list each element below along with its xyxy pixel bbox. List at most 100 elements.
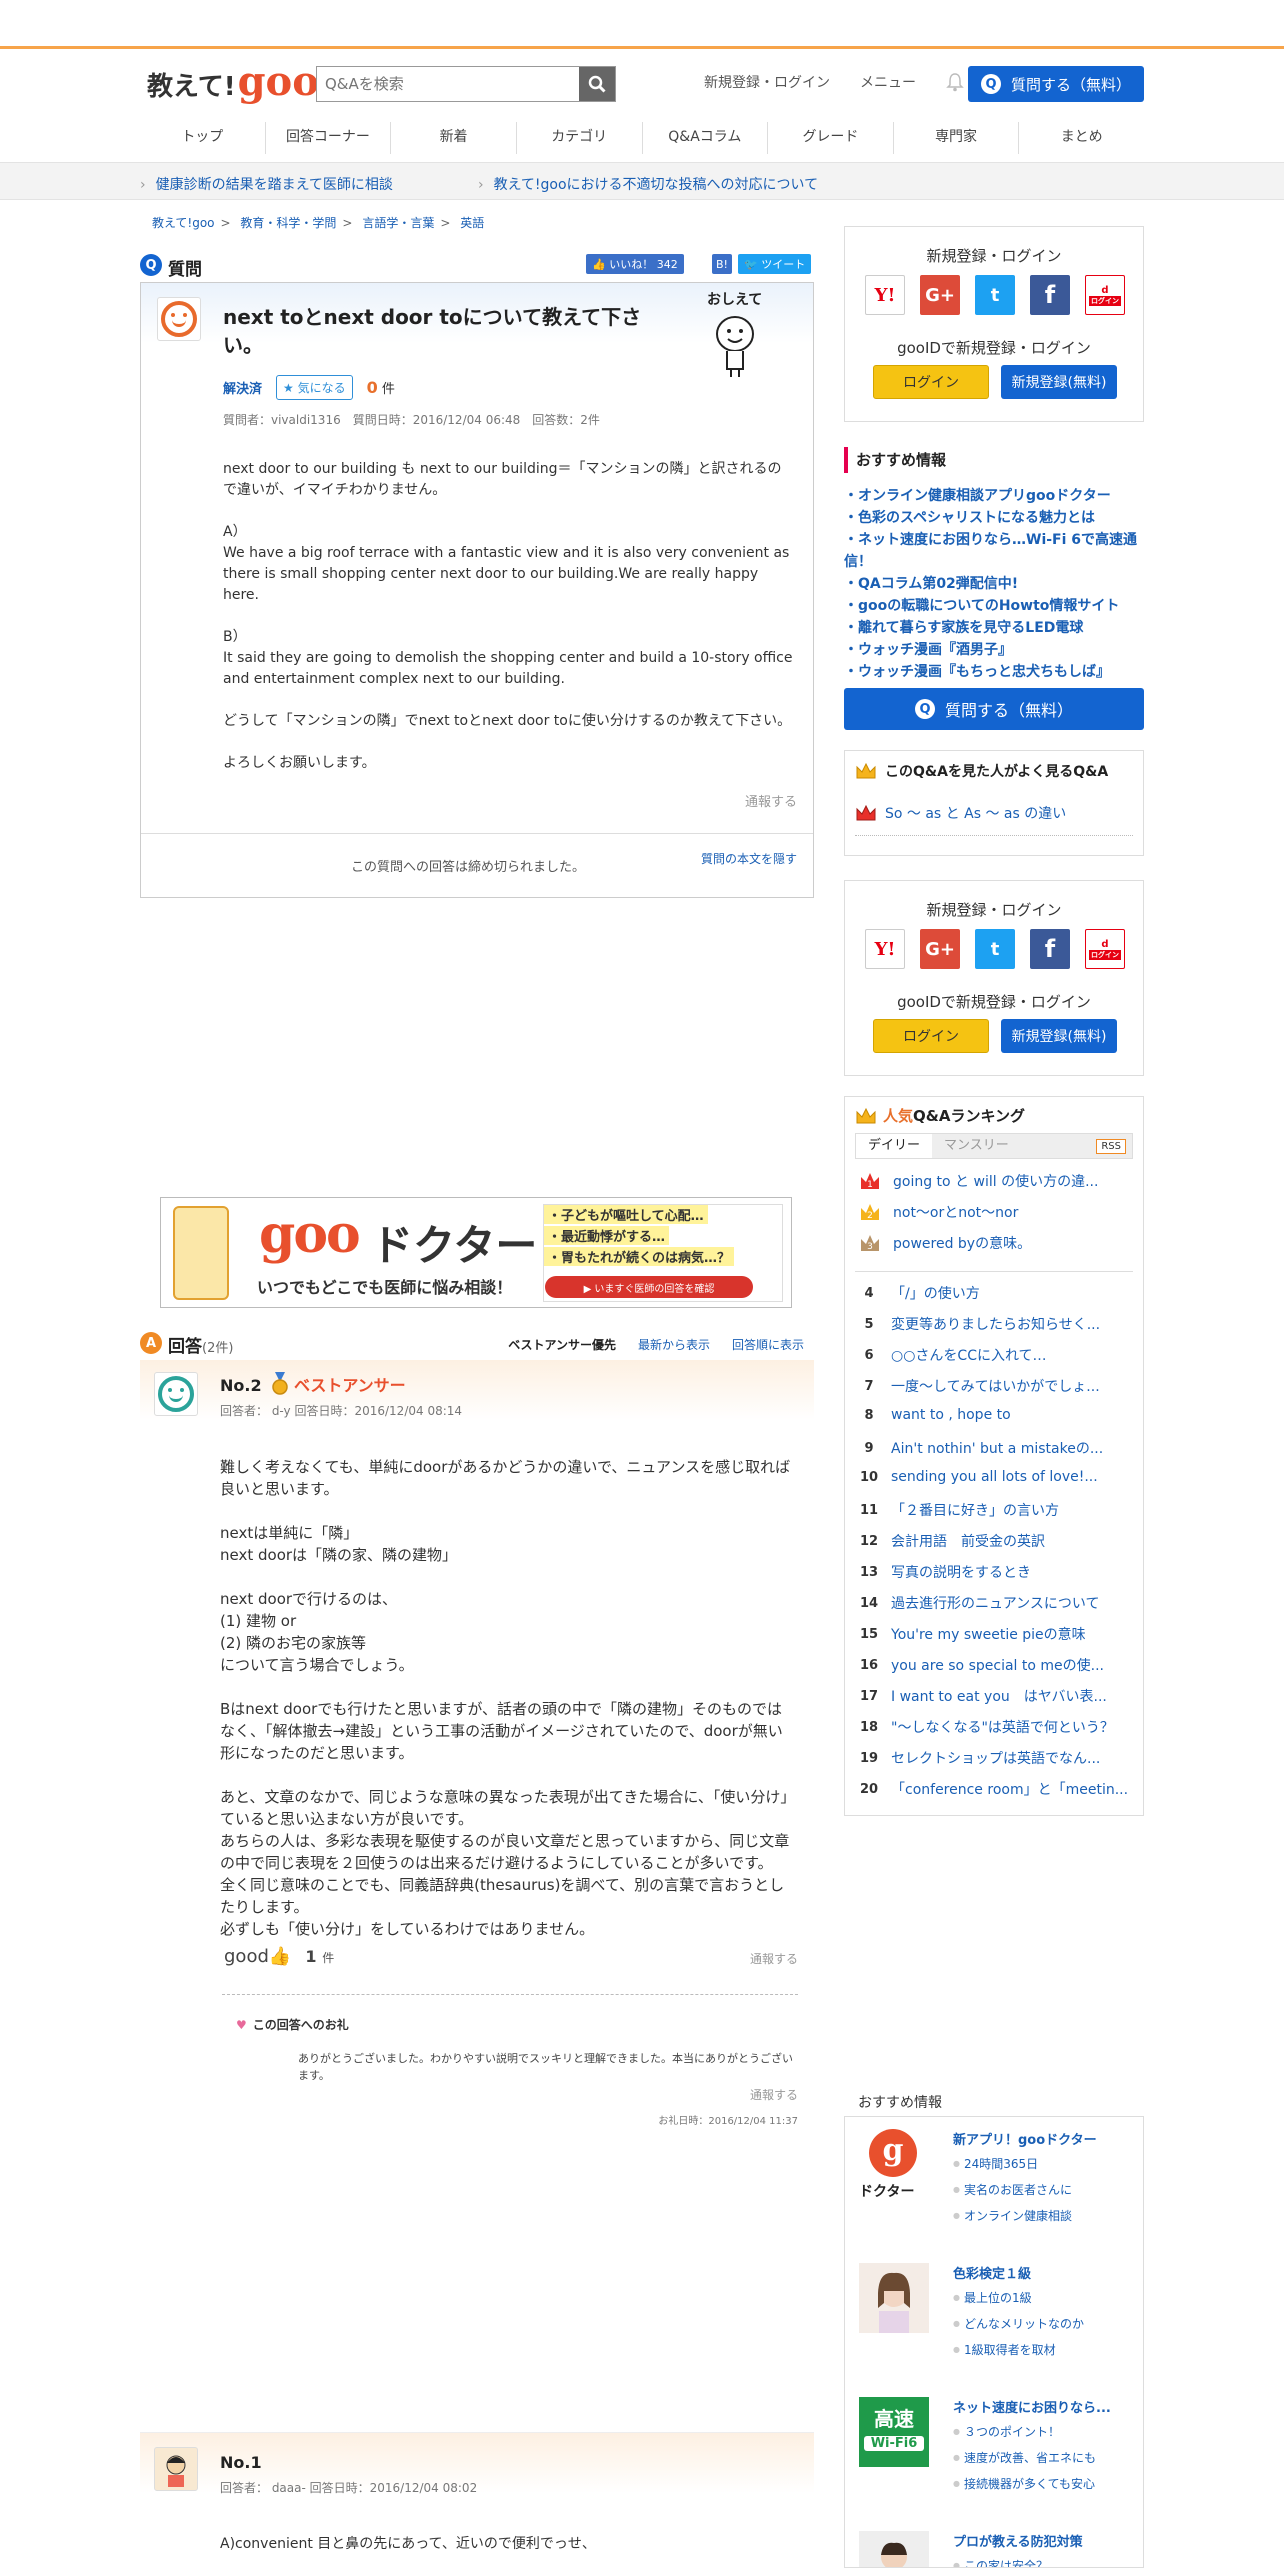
banner-button[interactable]: ▶ いますぐ医師の回答を確認 (545, 1276, 753, 1298)
ranking-item[interactable]: 15 You're my sweetie pieの意味 (859, 1624, 1135, 1644)
asker-avatar[interactable] (157, 297, 201, 341)
breadcrumb-item[interactable]: 英語 (460, 216, 484, 230)
yahoo-login-icon[interactable]: Y! (865, 929, 905, 969)
goo-doctor-banner[interactable]: goo ドクター いつでもどこでも医師に悩み相談！ ・子どもが嘔吐して心配… ・… (160, 1197, 792, 1308)
recommended-title: おすすめ情報 (844, 447, 1144, 473)
tab-daily[interactable]: デイリー (856, 1134, 933, 1158)
nav-top[interactable]: トップ (140, 122, 266, 154)
ranking-item[interactable]: 9 Ain't nothin' but a mistakeの... (859, 1438, 1135, 1458)
facebook-login-icon[interactable]: f (1030, 929, 1070, 969)
recommended-item[interactable]: 離れて暮らす家族を見守るLED電球 (844, 617, 1144, 639)
ask-question-label: 質問する（無料） (944, 701, 1073, 720)
ask-question-button[interactable]: Q 質問する（無料） (968, 66, 1144, 102)
ranking-item[interactable]: 8 want to , hope to (859, 1407, 1135, 1423)
rec-card[interactable]: 高速 Wi-Fi6 ネット速度にお困りなら... ３つのポイント！ 速度が改善、… (859, 2397, 1131, 2507)
notice-link[interactable]: 健康診断の結果を踏まえて医師に相談 (140, 174, 393, 194)
recommended-item[interactable]: ネット速度にお困りなら…Wi-Fi 6で高速通信！ (844, 529, 1144, 573)
facebook-login-icon[interactable]: f (1030, 275, 1070, 315)
rec-card-sub: この家は安全？ (953, 2557, 1048, 2567)
related-qa-item[interactable]: So ～ as と As ～ as の違い (855, 803, 1066, 823)
notice-link[interactable]: 教えて!gooにおける不適切な投稿への対応について (478, 174, 819, 194)
rec-card[interactable]: プロが教える防犯対策 この家は安全？ (859, 2531, 1131, 2567)
report-link[interactable]: 通報する (750, 1950, 798, 1967)
rank-number: 5 (864, 1316, 874, 1332)
nav-qa-column[interactable]: Q&Aコラム (643, 122, 769, 154)
breadcrumb-item[interactable]: 言語学・言葉 (362, 216, 434, 230)
ranking-item[interactable]: 2 not～orとnot～nor (859, 1202, 1135, 1222)
answerer-avatar[interactable] (154, 2447, 198, 2491)
ranking-item-title: I want to eat you はヤバい表... (891, 1689, 1107, 1705)
ranking-item[interactable]: 7 一度～してみてはいかがでしょ... (859, 1376, 1135, 1396)
twitter-login-icon[interactable]: t (975, 275, 1015, 315)
sort-newest[interactable]: 最新から表示 (638, 1336, 710, 1353)
ranking-item[interactable]: 6 ○○さんをCCに入れて… (859, 1345, 1135, 1365)
register-button[interactable]: 新規登録(無料) (1001, 1019, 1117, 1053)
yahoo-login-icon[interactable]: Y! (865, 275, 905, 315)
ranking-item[interactable]: 18 "～しなくなる"は英語で何という？ (859, 1717, 1135, 1737)
rec-card[interactable]: g ドクター 新アプリ！gooドクター 24時間365日 実名のお医者さんに オ… (859, 2129, 1131, 2239)
ranking-item[interactable]: 12 会計用語 前受金の英訳 (859, 1531, 1135, 1551)
ranking-item[interactable]: 16 you are so special to meの使... (859, 1655, 1135, 1675)
sort-order[interactable]: 回答順に表示 (732, 1336, 804, 1353)
global-nav: トップ 回答コーナー 新着 カテゴリ Q&Aコラム グレード 専門家 まとめ (140, 122, 1144, 154)
recommended-item[interactable]: QAコラム第02弾配信中! (844, 573, 1144, 595)
twitter-login-icon[interactable]: t (975, 929, 1015, 969)
search-input[interactable] (317, 67, 579, 101)
ranking-item[interactable]: 5 変更等ありましたらお知らせく... (859, 1314, 1135, 1334)
tweet-button[interactable]: 🐦 ツイート (738, 254, 812, 274)
docomo-login-icon[interactable]: d ログイン (1085, 275, 1125, 315)
nav-new[interactable]: 新着 (391, 122, 517, 154)
menu-link[interactable]: メニュー (860, 72, 916, 92)
answerer-avatar[interactable] (154, 1372, 198, 1416)
site-logo[interactable]: 教えて! goo (147, 62, 319, 103)
ranking-title: Q&Aランキング (913, 1107, 1026, 1125)
ask-question-side-button[interactable]: Q 質問する（無料） (844, 688, 1144, 730)
recommended-item[interactable]: ウォッチ漫画『酒男子』 (844, 639, 1144, 661)
login-button[interactable]: ログイン (873, 1019, 989, 1053)
nav-matome[interactable]: まとめ (1019, 122, 1144, 154)
ranking-item[interactable]: 13 写真の説明をするとき (859, 1562, 1135, 1582)
related-qa-title: このQ&Aを見た人がよく見るQ&A (885, 764, 1109, 780)
answer-item: No.2 ベストアンサー 回答者： d-y 回答日時：2016/12/04 08… (140, 1360, 814, 2127)
like-button[interactable]: 👍 いいね！ 342 (586, 254, 684, 274)
tab-monthly[interactable]: マンスリー (932, 1134, 1021, 1158)
nav-category[interactable]: カテゴリ (517, 122, 643, 154)
recommended-item[interactable]: オンライン健康相談アプリgooドクター (844, 485, 1144, 507)
rec-card[interactable]: 色彩検定１級 最上位の1級 どんなメリットなのか 1級取得者を取材 (859, 2263, 1131, 2373)
recommended-item[interactable]: gooの転職についてのHowto情報サイト (844, 595, 1144, 617)
sort-best[interactable]: ベストアンサー優先 (508, 1336, 616, 1353)
hatena-button[interactable]: B! (712, 254, 732, 274)
ranking-item[interactable]: 14 過去進行形のニュアンスについて (859, 1593, 1135, 1613)
breadcrumb-item[interactable]: 教育・科学・学問 (240, 216, 336, 230)
ranking-item[interactable]: 19 セレクトショップは英語でなん... (859, 1748, 1135, 1768)
recommended-item[interactable]: 色彩のスペシャリストになる魅力とは (844, 507, 1144, 529)
search-button[interactable] (579, 67, 615, 101)
ranking-item-title: 変更等ありましたらお知らせく... (891, 1317, 1101, 1333)
ranking-item[interactable]: 20 「conference room」と「meetin... (859, 1779, 1135, 1799)
rss-button[interactable]: RSS (1096, 1138, 1126, 1154)
report-link[interactable]: 通報する (745, 791, 797, 810)
register-button[interactable]: 新規登録(無料) (1001, 365, 1117, 399)
ranking-item[interactable]: 17 I want to eat you はヤバい表... (859, 1686, 1135, 1706)
ranking-item[interactable]: 3 powered byの意味。 (859, 1233, 1135, 1253)
nav-answer-corner[interactable]: 回答コーナー (266, 122, 392, 154)
google-login-icon[interactable]: G+ (920, 929, 960, 969)
watch-button[interactable]: ★ 気になる (276, 375, 353, 400)
docomo-login-icon[interactable]: d ログイン (1085, 929, 1125, 969)
ranking-item[interactable]: 1 going to と will の使い方の違... (859, 1171, 1135, 1191)
login-button[interactable]: ログイン (873, 365, 989, 399)
ranking-item[interactable]: 4 「/」の使い方 (859, 1283, 1135, 1303)
nav-grade[interactable]: グレード (768, 122, 894, 154)
recommended-item[interactable]: ウォッチ漫画『もちっと忠犬ちもしば』 (844, 661, 1144, 683)
hide-question-link[interactable]: 質問の本文を隠す (701, 850, 797, 867)
report-link[interactable]: 通報する (750, 2086, 798, 2103)
breadcrumb-item[interactable]: 教えて!goo (152, 216, 215, 230)
ranking-item[interactable]: 10 sending you all lots of love!... (859, 1469, 1135, 1485)
good-button[interactable]: good👍 1 件 (224, 1946, 334, 1967)
nav-expert[interactable]: 専門家 (894, 122, 1020, 154)
ranking-item[interactable]: 11 「２番目に好き」の言い方 (859, 1500, 1135, 1520)
login-link[interactable]: 新規登録・ログイン (704, 72, 830, 92)
bell-icon[interactable] (946, 72, 964, 92)
notice-bar: 健康診断の結果を踏まえて医師に相談 教えて!gooにおける不適切な投稿への対応に… (0, 162, 1284, 200)
google-login-icon[interactable]: G+ (920, 275, 960, 315)
